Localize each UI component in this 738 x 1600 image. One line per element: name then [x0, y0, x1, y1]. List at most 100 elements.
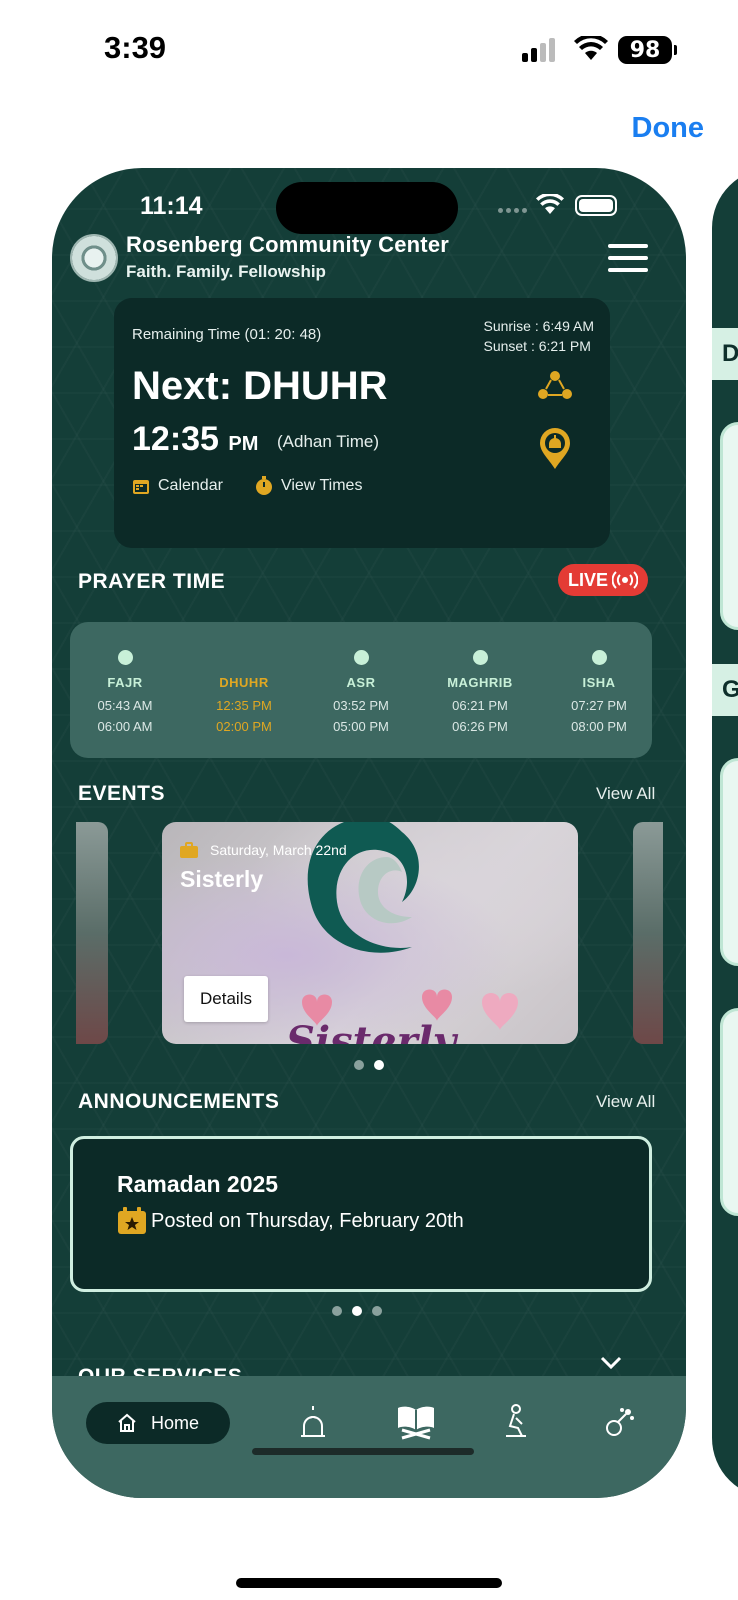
announcements-view-all-link[interactable]: View All [596, 1092, 655, 1112]
os-status-bar: 3:39 98 [0, 0, 738, 100]
prayer-icon[interactable] [504, 1404, 530, 1438]
preview-section-band: G [712, 664, 738, 716]
wifi-icon [536, 194, 564, 215]
preview-card [720, 758, 738, 966]
event-date-text: Saturday, March 22nd [210, 842, 347, 858]
events-pager [354, 1060, 384, 1070]
prayer-dot [472, 650, 488, 665]
quran-icon[interactable] [396, 1404, 436, 1440]
events-heading: EVENTS [78, 782, 166, 805]
next-prayer-time: 12:35 PM [132, 420, 258, 459]
tasbih-icon[interactable] [604, 1404, 636, 1438]
prayer-dot [591, 650, 607, 665]
prayer-iqamah: 06:00 AM [97, 719, 153, 734]
announcement-title: Ramadan 2025 [117, 1171, 279, 1197]
event-card-previous[interactable] [76, 822, 108, 1044]
calendar-link[interactable]: Calendar [158, 477, 223, 495]
prayer-dot [353, 650, 369, 665]
os-home-indicator [236, 1578, 502, 1588]
prayer-times-panel: FAJR 05:43 AM 06:00 AM DHUHR 12:35 PM 02… [70, 622, 652, 758]
done-button[interactable]: Done [632, 112, 705, 145]
pager-dot-active[interactable] [374, 1060, 384, 1070]
battery-icon [575, 195, 617, 216]
broadcast-icon [612, 571, 638, 589]
org-name: Rosenberg Community Center [126, 232, 450, 257]
tab-home-label: Home [150, 1412, 199, 1433]
prayer-adhan: 12:35 PM [216, 698, 272, 713]
os-clock: 3:39 [104, 30, 167, 65]
pager-dot[interactable] [332, 1306, 342, 1316]
announcement-meta: Posted on Thursday, February 20th [117, 1207, 464, 1235]
announcement-card[interactable]: Ramadan 2025 Posted on Thursday, Februar… [70, 1136, 652, 1292]
event-image-text: Sisterly [286, 1018, 457, 1044]
prayer-column-isha: ISHA 07:27 PM 08:00 PM [544, 650, 654, 734]
prayer-iqamah: 05:00 PM [333, 719, 389, 734]
view-times-link[interactable]: View Times [281, 477, 363, 495]
briefcase-icon [180, 842, 198, 858]
battery-indicator: 98 [618, 36, 677, 64]
events-view-all-link[interactable]: View All [596, 784, 655, 804]
prayer-adhan: 03:52 PM [333, 698, 389, 713]
prayer-column-dhuhr: DHUHR 12:35 PM 02:00 PM [189, 650, 299, 734]
prayer-adhan: 06:21 PM [452, 698, 508, 713]
next-prayer-clock: 12:35 [132, 420, 219, 458]
home-icon [118, 1413, 136, 1432]
prayer-name: MAGHRIB [447, 675, 513, 690]
sunset-time: Sunset : 6:21 PM [483, 338, 591, 354]
wifi-icon [574, 36, 608, 60]
event-card-next[interactable] [633, 822, 663, 1044]
tab-home[interactable]: Home [86, 1402, 230, 1444]
prayer-time-heading: PRAYER TIME [78, 570, 226, 593]
event-title: Sisterly [180, 866, 264, 892]
calendar-icon [133, 480, 149, 494]
prayer-adhan: 07:27 PM [571, 698, 627, 713]
pager-dot[interactable] [354, 1060, 364, 1070]
pager-dot[interactable] [372, 1306, 382, 1316]
cellular-signal-icon [522, 38, 555, 62]
preview-card [720, 1008, 738, 1216]
share-icon[interactable] [538, 370, 572, 400]
prayer-column-fajr: FAJR 05:43 AM 06:00 AM [70, 650, 180, 734]
event-details-button[interactable]: Details [184, 976, 268, 1022]
prayer-dot [117, 650, 133, 665]
preview-section-band: D [712, 328, 738, 380]
prayer-name: ASR [346, 675, 376, 690]
pager-dot-active[interactable] [352, 1306, 362, 1316]
next-prayer-ampm: PM [228, 433, 259, 455]
app-status-time: 11:14 [140, 192, 203, 220]
adhan-note: (Adhan Time) [277, 432, 380, 451]
prayer-name: FAJR [107, 675, 143, 690]
prayer-adhan: 05:43 AM [97, 698, 153, 713]
event-card[interactable]: Sisterly Saturday, March 22nd Sisterly D… [162, 822, 578, 1044]
prayer-iqamah: 02:00 PM [216, 719, 272, 734]
hamburger-menu-icon[interactable] [608, 244, 648, 272]
app-screenshot: 11:14 Rosenberg Community Center Faith. … [52, 168, 686, 1498]
preview-card [720, 422, 738, 630]
remaining-time: Remaining Time (01: 20: 48) [132, 326, 322, 343]
announcements-heading: ANNOUNCEMENTS [78, 1090, 280, 1113]
live-label: LIVE [567, 569, 608, 590]
org-logo [70, 234, 118, 282]
announcements-pager [332, 1306, 382, 1316]
prayer-iqamah: 06:26 PM [452, 719, 508, 734]
prayer-iqamah: 08:00 PM [571, 719, 627, 734]
next-prayer-card: Remaining Time (01: 20: 48) Sunrise : 6:… [114, 298, 610, 548]
chevron-down-icon[interactable] [600, 1356, 622, 1370]
signal-dots-icon [498, 208, 527, 213]
org-tagline: Faith. Family. Fellowship [126, 262, 326, 281]
next-screenshot-preview[interactable]: D G [712, 168, 738, 1498]
prayer-name: ISHA [582, 675, 616, 690]
mosque-icon[interactable] [300, 1404, 326, 1438]
home-indicator [252, 1448, 474, 1455]
bottom-tab-bar: Home [52, 1376, 686, 1498]
event-date: Saturday, March 22nd [180, 842, 347, 858]
sunrise-time: Sunrise : 6:49 AM [483, 318, 594, 334]
next-prayer-links: Calendar View Times [132, 476, 362, 496]
next-prayer-title: Next: DHUHR [132, 364, 388, 408]
dynamic-island [276, 182, 458, 234]
mosque-location-icon[interactable] [538, 428, 572, 470]
announcement-posted: Posted on Thursday, February 20th [151, 1209, 464, 1232]
live-button[interactable]: LIVE [558, 564, 648, 596]
prayer-name: DHUHR [219, 675, 269, 690]
sun-times: Sunrise : 6:49 AM Sunset : 6:21 PM [483, 316, 594, 356]
